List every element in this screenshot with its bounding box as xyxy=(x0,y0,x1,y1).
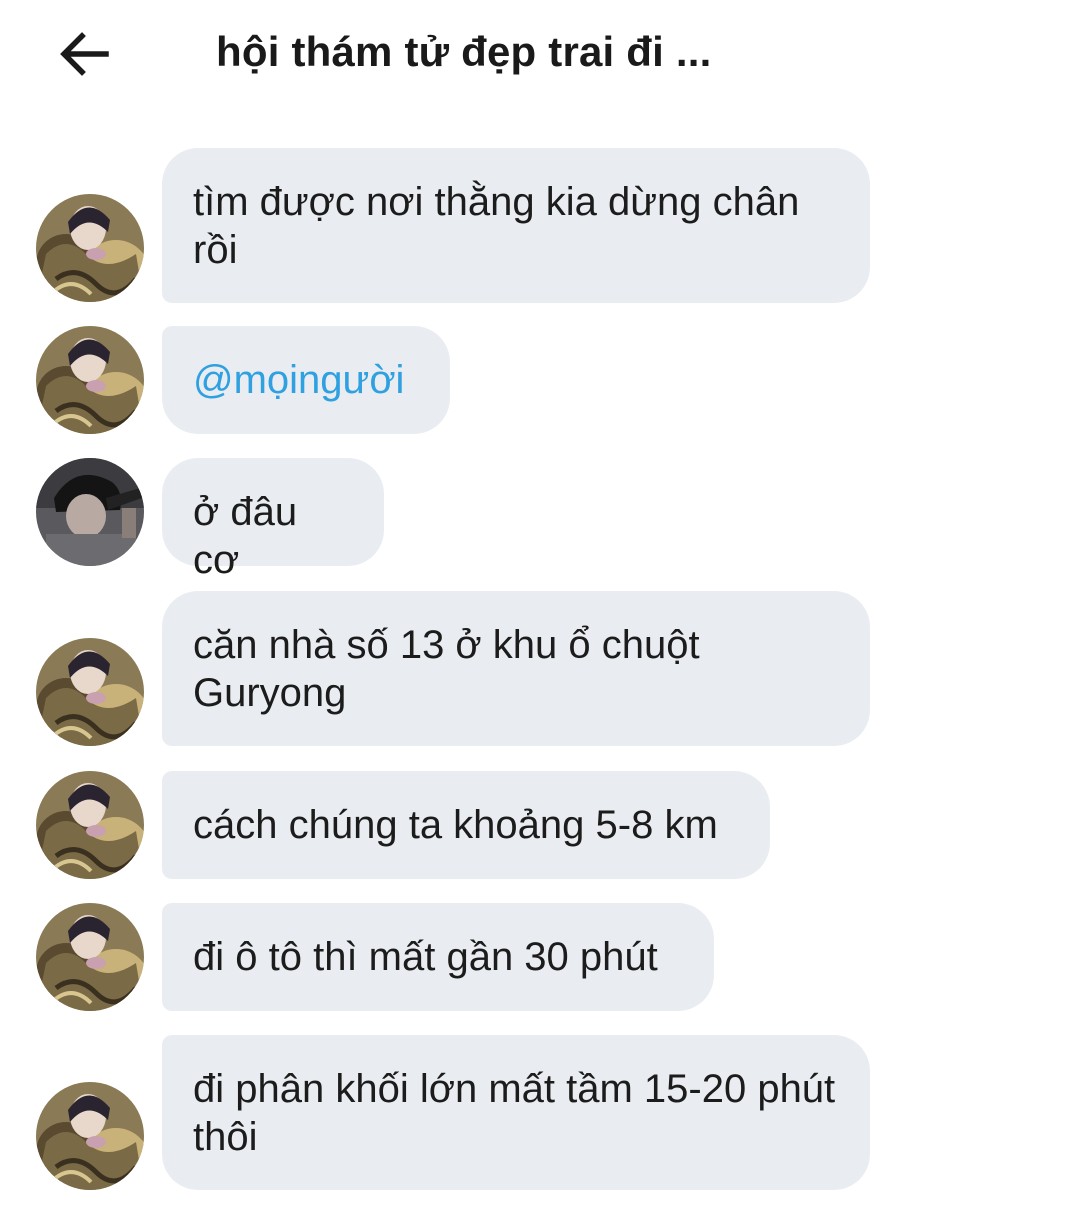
message-text: ở đâu cơ xyxy=(193,490,298,582)
message-bubble[interactable]: đi phân khối lớn mất tầm 15-20 phút thôi xyxy=(162,1035,870,1190)
profile-photo-a-icon xyxy=(36,326,144,434)
message-text: tìm được nơi thằng kia dừng chân rồi xyxy=(193,180,800,272)
message-text: đi ô tô thì mất gần 30 phút xyxy=(193,935,658,979)
message-bubble[interactable]: căn nhà số 13 ở khu ổ chuột Guryong xyxy=(162,591,870,746)
message-text: cách chúng ta khoảng 5-8 km xyxy=(193,803,718,847)
avatar[interactable] xyxy=(36,771,144,879)
avatar[interactable] xyxy=(36,903,144,1011)
profile-photo-a-icon xyxy=(36,903,144,1011)
message-bubble[interactable]: @mọingười xyxy=(162,326,450,434)
message-bubble[interactable]: ở đâu cơ xyxy=(162,458,384,582)
message-bubble[interactable]: tìm được nơi thằng kia dừng chân rồi xyxy=(162,148,870,303)
profile-photo-a-icon xyxy=(36,771,144,879)
profile-photo-a-icon xyxy=(36,1082,144,1190)
mention-link[interactable]: @mọingười xyxy=(193,358,404,402)
message-bubble[interactable]: đi ô tô thì mất gần 30 phút xyxy=(162,903,714,1011)
message-list: tìm được nơi thằng kia dừng chân rồi @mọ… xyxy=(0,0,1080,1205)
profile-photo-a-icon xyxy=(36,638,144,746)
avatar[interactable] xyxy=(36,194,144,302)
avatar[interactable] xyxy=(36,638,144,746)
message-text: căn nhà số 13 ở khu ổ chuột Guryong xyxy=(193,623,700,715)
message-text: đi phân khối lớn mất tầm 15-20 phút thôi xyxy=(193,1067,836,1159)
avatar[interactable] xyxy=(36,326,144,434)
profile-photo-b-icon xyxy=(36,458,144,566)
avatar[interactable] xyxy=(36,1082,144,1190)
profile-photo-a-icon xyxy=(36,194,144,302)
message-bubble[interactable]: cách chúng ta khoảng 5-8 km xyxy=(162,771,770,879)
avatar[interactable] xyxy=(36,458,144,566)
